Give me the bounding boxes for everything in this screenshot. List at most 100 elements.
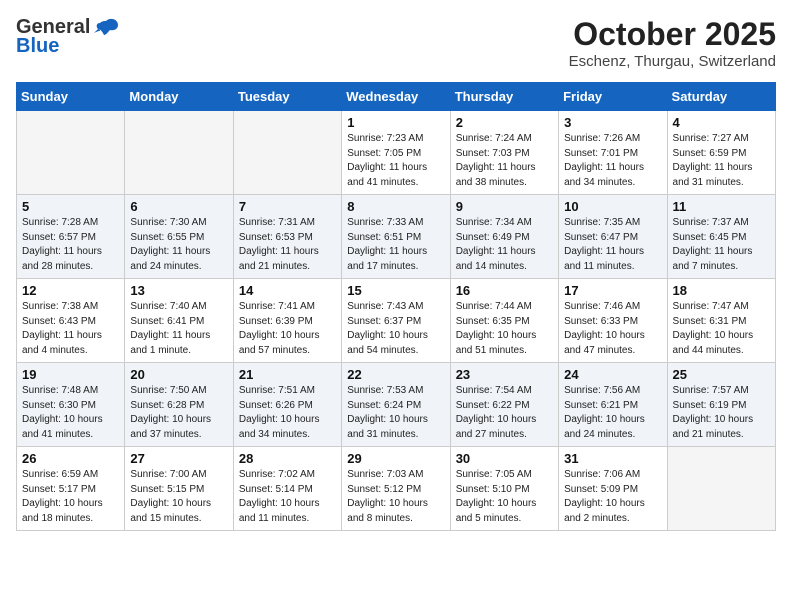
day-info: Sunrise: 7:46 AM Sunset: 6:33 PM Dayligh… xyxy=(564,300,661,358)
day-info: Sunrise: 7:35 AM Sunset: 6:47 PM Dayligh… xyxy=(564,216,661,274)
day-number: 12 xyxy=(22,283,119,298)
calendar-day-cell: 27 Sunrise: 7:00 AM Sunset: 5:15 PM Dayli… xyxy=(125,447,233,531)
calendar-day-cell: 22 Sunrise: 7:53 AM Sunset: 6:24 PM Dayli… xyxy=(342,363,450,447)
title-area: October 2025 Eschenz, Thurgau, Switzerla… xyxy=(569,16,776,70)
day-info: Sunrise: 7:40 AM Sunset: 6:41 PM Dayligh… xyxy=(130,300,227,358)
day-info: Sunrise: 7:28 AM Sunset: 6:57 PM Dayligh… xyxy=(22,216,119,274)
calendar-day-cell: 24 Sunrise: 7:56 AM Sunset: 6:21 PM Dayli… xyxy=(559,363,667,447)
day-number: 11 xyxy=(673,199,770,214)
day-of-week-header: Thursday xyxy=(450,83,558,111)
location-text: Eschenz, Thurgau, Switzerland xyxy=(569,53,776,70)
calendar-day-cell: 26Sunrise: 6:59 AM Sunset: 5:17 PM Dayli… xyxy=(17,447,125,531)
day-info: Sunrise: 7:03 AM Sunset: 5:12 PM Dayligh… xyxy=(347,468,444,526)
calendar-day-cell: 31 Sunrise: 7:06 AM Sunset: 5:09 PM Dayli… xyxy=(559,447,667,531)
day-number: 13 xyxy=(130,283,227,298)
calendar-day-cell: 23 Sunrise: 7:54 AM Sunset: 6:22 PM Dayli… xyxy=(450,363,558,447)
day-number: 6 xyxy=(130,199,227,214)
day-info: Sunrise: 7:41 AM Sunset: 6:39 PM Dayligh… xyxy=(239,300,336,358)
day-info: Sunrise: 7:43 AM Sunset: 6:37 PM Dayligh… xyxy=(347,300,444,358)
day-info: Sunrise: 7:05 AM Sunset: 5:10 PM Dayligh… xyxy=(456,468,553,526)
day-info: Sunrise: 7:34 AM Sunset: 6:49 PM Dayligh… xyxy=(456,216,553,274)
day-number: 7 xyxy=(239,199,336,214)
day-number: 1 xyxy=(347,115,444,130)
day-info: Sunrise: 7:56 AM Sunset: 6:21 PM Dayligh… xyxy=(564,384,661,442)
day-info: Sunrise: 7:51 AM Sunset: 6:26 PM Dayligh… xyxy=(239,384,336,442)
logo: General Blue xyxy=(16,16,120,58)
calendar-day-cell: 1 Sunrise: 7:23 AM Sunset: 7:05 PM Daylig… xyxy=(342,111,450,195)
day-info: Sunrise: 7:24 AM Sunset: 7:03 PM Dayligh… xyxy=(456,132,553,190)
calendar-day-cell: 18 Sunrise: 7:47 AM Sunset: 6:31 PM Dayli… xyxy=(667,279,775,363)
day-info: Sunrise: 7:44 AM Sunset: 6:35 PM Dayligh… xyxy=(456,300,553,358)
day-number: 20 xyxy=(130,367,227,382)
day-info: Sunrise: 7:37 AM Sunset: 6:45 PM Dayligh… xyxy=(673,216,770,274)
calendar-day-cell: 21 Sunrise: 7:51 AM Sunset: 6:26 PM Dayli… xyxy=(233,363,341,447)
day-number: 2 xyxy=(456,115,553,130)
calendar-day-cell: 20 Sunrise: 7:50 AM Sunset: 6:28 PM Dayli… xyxy=(125,363,233,447)
day-info: Sunrise: 7:47 AM Sunset: 6:31 PM Dayligh… xyxy=(673,300,770,358)
day-of-week-header: Tuesday xyxy=(233,83,341,111)
calendar-day-cell: 16 Sunrise: 7:44 AM Sunset: 6:35 PM Dayli… xyxy=(450,279,558,363)
calendar-week-row: 12 Sunrise: 7:38 AM Sunset: 6:43 PM Dayli… xyxy=(17,279,776,363)
day-info: Sunrise: 7:00 AM Sunset: 5:15 PM Dayligh… xyxy=(130,468,227,526)
day-info: Sunrise: 7:26 AM Sunset: 7:01 PM Dayligh… xyxy=(564,132,661,190)
day-number: 3 xyxy=(564,115,661,130)
calendar-day-cell: 25 Sunrise: 7:57 AM Sunset: 6:19 PM Dayli… xyxy=(667,363,775,447)
day-info: Sunrise: 7:53 AM Sunset: 6:24 PM Dayligh… xyxy=(347,384,444,442)
calendar-day-cell: 17 Sunrise: 7:46 AM Sunset: 6:33 PM Dayli… xyxy=(559,279,667,363)
calendar-day-cell: 5Sunrise: 7:28 AM Sunset: 6:57 PM Daylig… xyxy=(17,195,125,279)
day-info: Sunrise: 7:33 AM Sunset: 6:51 PM Dayligh… xyxy=(347,216,444,274)
page-header: General Blue October 2025 Eschenz, Thurg… xyxy=(16,16,776,70)
calendar-day-cell: 14 Sunrise: 7:41 AM Sunset: 6:39 PM Dayli… xyxy=(233,279,341,363)
calendar-day-cell: 9 Sunrise: 7:34 AM Sunset: 6:49 PM Daylig… xyxy=(450,195,558,279)
day-number: 18 xyxy=(673,283,770,298)
day-info: Sunrise: 7:02 AM Sunset: 5:14 PM Dayligh… xyxy=(239,468,336,526)
calendar-header-row: SundayMondayTuesdayWednesdayThursdayFrid… xyxy=(17,83,776,111)
day-info: Sunrise: 7:57 AM Sunset: 6:19 PM Dayligh… xyxy=(673,384,770,442)
calendar-day-cell: 19 Sunrise: 7:48 AM Sunset: 6:30 PM Dayli… xyxy=(17,363,125,447)
calendar-week-row: 19 Sunrise: 7:48 AM Sunset: 6:30 PM Dayli… xyxy=(17,363,776,447)
day-number: 24 xyxy=(564,367,661,382)
day-of-week-header: Monday xyxy=(125,83,233,111)
day-number: 26 xyxy=(22,451,119,466)
day-number: 21 xyxy=(239,367,336,382)
calendar-day-cell xyxy=(17,111,125,195)
calendar-week-row: 26Sunrise: 6:59 AM Sunset: 5:17 PM Dayli… xyxy=(17,447,776,531)
day-number: 17 xyxy=(564,283,661,298)
day-info: Sunrise: 7:50 AM Sunset: 6:28 PM Dayligh… xyxy=(130,384,227,442)
calendar-week-row: 1 Sunrise: 7:23 AM Sunset: 7:05 PM Daylig… xyxy=(17,111,776,195)
day-number: 10 xyxy=(564,199,661,214)
day-of-week-header: Wednesday xyxy=(342,83,450,111)
day-info: Sunrise: 7:31 AM Sunset: 6:53 PM Dayligh… xyxy=(239,216,336,274)
calendar-day-cell: 15 Sunrise: 7:43 AM Sunset: 6:37 PM Dayli… xyxy=(342,279,450,363)
calendar-day-cell: 2 Sunrise: 7:24 AM Sunset: 7:03 PM Daylig… xyxy=(450,111,558,195)
day-number: 31 xyxy=(564,451,661,466)
calendar-day-cell xyxy=(233,111,341,195)
day-number: 14 xyxy=(239,283,336,298)
day-info: Sunrise: 7:23 AM Sunset: 7:05 PM Dayligh… xyxy=(347,132,444,190)
day-number: 16 xyxy=(456,283,553,298)
calendar-day-cell: 29 Sunrise: 7:03 AM Sunset: 5:12 PM Dayli… xyxy=(342,447,450,531)
calendar-day-cell: 30 Sunrise: 7:05 AM Sunset: 5:10 PM Dayli… xyxy=(450,447,558,531)
calendar-table: SundayMondayTuesdayWednesdayThursdayFrid… xyxy=(16,82,776,531)
calendar-day-cell: 10 Sunrise: 7:35 AM Sunset: 6:47 PM Dayli… xyxy=(559,195,667,279)
day-number: 9 xyxy=(456,199,553,214)
calendar-day-cell: 12 Sunrise: 7:38 AM Sunset: 6:43 PM Dayli… xyxy=(17,279,125,363)
day-info: Sunrise: 7:38 AM Sunset: 6:43 PM Dayligh… xyxy=(22,300,119,358)
day-number: 23 xyxy=(456,367,553,382)
day-number: 19 xyxy=(22,367,119,382)
calendar-day-cell: 11 Sunrise: 7:37 AM Sunset: 6:45 PM Dayli… xyxy=(667,195,775,279)
day-number: 27 xyxy=(130,451,227,466)
day-number: 22 xyxy=(347,367,444,382)
day-number: 28 xyxy=(239,451,336,466)
day-number: 29 xyxy=(347,451,444,466)
day-of-week-header: Saturday xyxy=(667,83,775,111)
day-number: 30 xyxy=(456,451,553,466)
calendar-day-cell: 8Sunrise: 7:33 AM Sunset: 6:51 PM Daylig… xyxy=(342,195,450,279)
day-number: 15 xyxy=(347,283,444,298)
day-info: Sunrise: 7:06 AM Sunset: 5:09 PM Dayligh… xyxy=(564,468,661,526)
day-info: Sunrise: 7:54 AM Sunset: 6:22 PM Dayligh… xyxy=(456,384,553,442)
day-info: Sunrise: 7:30 AM Sunset: 6:55 PM Dayligh… xyxy=(130,216,227,274)
day-info: Sunrise: 7:48 AM Sunset: 6:30 PM Dayligh… xyxy=(22,384,119,442)
day-number: 25 xyxy=(673,367,770,382)
calendar-week-row: 5Sunrise: 7:28 AM Sunset: 6:57 PM Daylig… xyxy=(17,195,776,279)
